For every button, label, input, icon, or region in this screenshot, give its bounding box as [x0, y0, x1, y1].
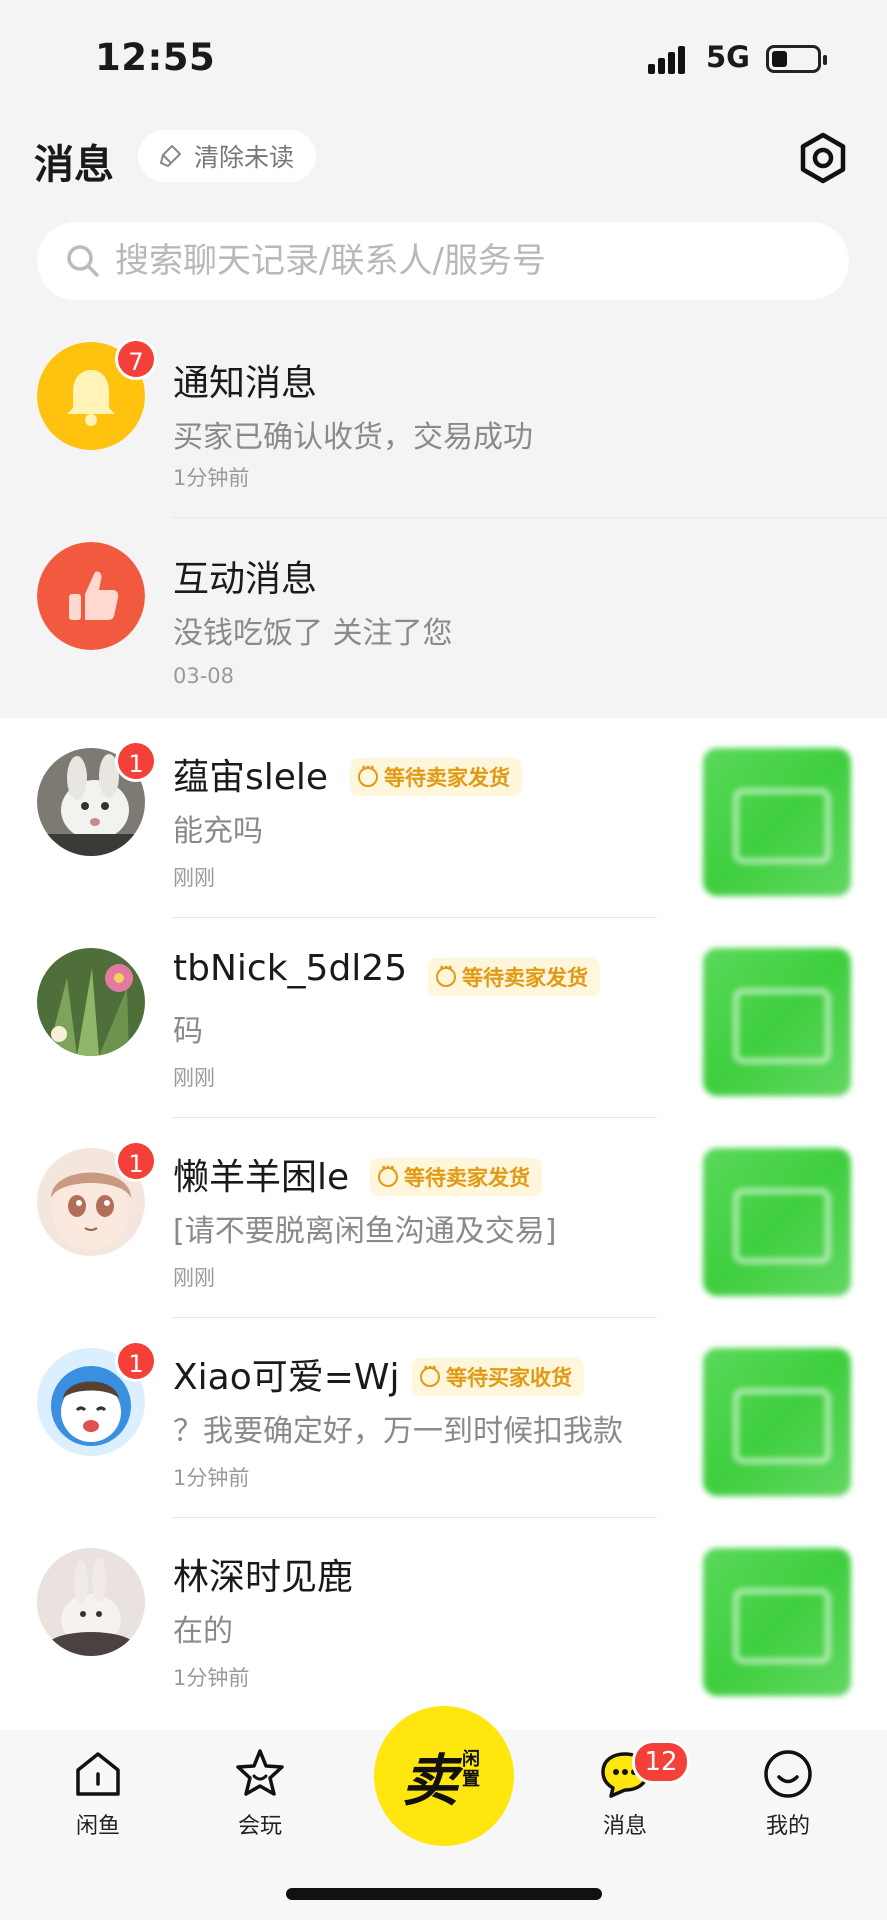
- search-bar[interactable]: [37, 222, 849, 300]
- clear-unread-label: 清除未读: [194, 143, 295, 172]
- message-time: 1分钟前: [173, 1666, 250, 1690]
- tab-play-label: 会玩: [237, 1814, 282, 1839]
- status-time: 12:55: [95, 36, 216, 79]
- unread-badge: 1: [115, 1340, 157, 1382]
- message-time: 1分钟前: [173, 1466, 250, 1490]
- unread-badge: 7: [115, 338, 157, 380]
- item-thumbnail[interactable]: [703, 948, 851, 1096]
- smiley-icon: [764, 1750, 812, 1798]
- tab-home[interactable]: 闲鱼: [43, 1746, 153, 1840]
- avatar: [37, 948, 145, 1056]
- messages-badge: 12: [632, 1740, 690, 1784]
- chat-row[interactable]: tbNick_5dl25 等待卖家发货 码 刚刚: [0, 918, 887, 1118]
- thumbs-up-icon: [37, 542, 145, 650]
- row-time: 1分钟前: [173, 466, 250, 490]
- search-input[interactable]: [115, 241, 815, 281]
- item-thumbnail[interactable]: [703, 1348, 851, 1496]
- row-title: 互动消息: [173, 559, 318, 600]
- search-icon: [67, 245, 99, 277]
- chat-row[interactable]: 林深时见鹿 在的 1分钟前: [0, 1518, 887, 1718]
- avatar: [37, 1548, 145, 1656]
- contact-name: 懒羊羊困le: [173, 1157, 350, 1198]
- contact-name: tbNick_5dl25: [173, 948, 408, 989]
- chat-bubble-icon: [358, 760, 378, 787]
- order-status-label: 等待卖家发货: [462, 966, 588, 990]
- order-status-tag: 等待卖家发货: [350, 758, 522, 796]
- tab-mine[interactable]: 我的: [733, 1746, 843, 1840]
- tab-home-label: 闲鱼: [75, 1814, 120, 1839]
- unread-badge: 1: [115, 740, 157, 782]
- item-thumbnail[interactable]: [703, 1548, 851, 1696]
- broom-icon: [160, 145, 181, 167]
- order-status-tag: 等待买家收货: [412, 1358, 584, 1396]
- system-row-notifications[interactable]: 7 通知消息 买家已确认收货，交易成功 1分钟前: [0, 318, 887, 518]
- order-status-tag: 等待卖家发货: [428, 958, 600, 996]
- home-indicator: [286, 1888, 602, 1900]
- contact-name: Xiao可爱=Wj: [173, 1357, 400, 1398]
- unread-badge: 1: [115, 1140, 157, 1182]
- sell-button[interactable]: 卖 闲置: [374, 1706, 514, 1846]
- home-icon: [76, 1752, 120, 1796]
- row-preview: 买家已确认收货，交易成功: [173, 420, 533, 455]
- chat-bubble-icon: [436, 960, 456, 987]
- order-status-label: 等待卖家发货: [384, 766, 510, 790]
- message-preview: 能充吗: [173, 814, 263, 849]
- sell-label: 卖: [402, 1749, 458, 1814]
- tab-messages-label: 消息: [602, 1814, 647, 1839]
- chat-row[interactable]: 1 Xiao可爱=Wj 等待买家收货 ？我要确定好，万一到时候扣我款 1分钟前: [0, 1318, 887, 1518]
- header: 消息 清除未读: [0, 120, 887, 220]
- settings-icon[interactable]: [795, 130, 851, 186]
- message-preview: 码: [173, 1014, 203, 1049]
- message-preview: ？我要确定好，万一到时候扣我款: [173, 1414, 623, 1449]
- message-preview: 在的: [173, 1614, 233, 1649]
- row-time: 03-08: [173, 664, 235, 688]
- order-status-tag: 等待卖家发货: [370, 1158, 542, 1196]
- sell-sub-label: 闲置: [462, 1749, 480, 1790]
- chat-bubble-icon: [420, 1360, 440, 1387]
- chat-row[interactable]: 1 蕴宙slele 等待卖家发货 能充吗 刚刚: [0, 718, 887, 918]
- message-preview: [请不要脱离闲鱼沟通及交易]: [173, 1214, 557, 1249]
- contact-name: 蕴宙slele: [173, 757, 329, 798]
- row-title: 通知消息: [173, 363, 318, 404]
- network-type: 5G: [706, 40, 750, 74]
- item-thumbnail[interactable]: [703, 1148, 851, 1296]
- message-time: 刚刚: [173, 1266, 215, 1290]
- star-face-icon: [236, 1749, 284, 1796]
- order-status-label: 等待买家收货: [446, 1366, 572, 1390]
- page-title: 消息: [34, 142, 114, 188]
- system-row-interactions[interactable]: 互动消息 没钱吃饭了 关注了您 03-08: [0, 518, 887, 718]
- signal-icon: [648, 44, 694, 74]
- message-time: 刚刚: [173, 866, 215, 890]
- tab-play[interactable]: 会玩: [205, 1746, 315, 1840]
- contact-name: 林深时见鹿: [173, 1557, 354, 1598]
- status-bar: 12:55 5G: [0, 0, 887, 120]
- message-time: 刚刚: [173, 1066, 215, 1090]
- row-preview: 没钱吃饭了 关注了您: [173, 616, 453, 651]
- clear-unread-button[interactable]: 清除未读: [138, 130, 317, 182]
- chat-row[interactable]: 1 懒羊羊困le 等待卖家发货 [请不要脱离闲鱼沟通及交易] 刚刚: [0, 1118, 887, 1318]
- chat-bubble-icon: [378, 1160, 398, 1187]
- tab-mine-label: 我的: [765, 1814, 810, 1839]
- item-thumbnail[interactable]: [703, 748, 851, 896]
- order-status-label: 等待卖家发货: [404, 1166, 530, 1190]
- battery-icon: [766, 45, 827, 73]
- chat-list: 1 蕴宙slele 等待卖家发货 能充吗 刚刚 tbNick_5dl25 等待卖…: [0, 718, 887, 1730]
